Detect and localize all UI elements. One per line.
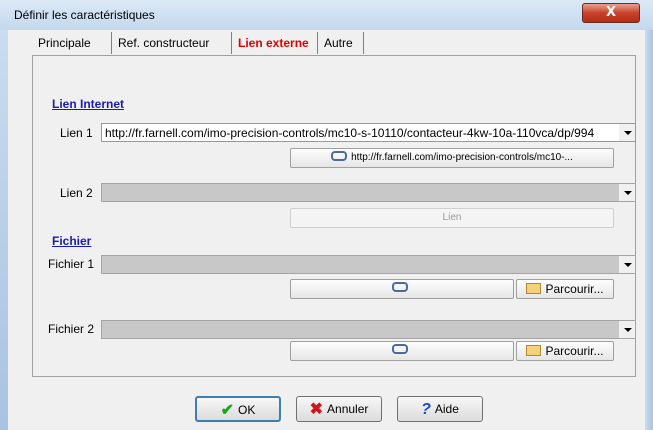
tab-label: Principale xyxy=(38,36,91,50)
link-icon xyxy=(331,151,348,162)
lien1-label: Lien 1 xyxy=(60,126,93,140)
cancel-button[interactable]: ✖ Annuler xyxy=(296,396,382,422)
browse-fichier1-label: Parcourir... xyxy=(545,282,604,296)
tab-lien-externe[interactable]: Lien externe xyxy=(232,32,318,54)
dialog-window: Définir les caractéristiques X Principal… xyxy=(0,0,653,430)
folder-icon xyxy=(526,345,542,357)
lien2-label: Lien 2 xyxy=(60,186,93,200)
chevron-down-icon[interactable] xyxy=(619,184,635,201)
link-icon xyxy=(392,344,408,355)
chevron-down-icon[interactable] xyxy=(619,124,635,141)
fichier1-label: Fichier 1 xyxy=(48,257,95,271)
link-icon xyxy=(392,282,408,293)
help-label: Aide xyxy=(434,402,459,416)
chevron-down-icon[interactable] xyxy=(619,256,635,273)
open-fichier1-button[interactable] xyxy=(290,279,514,299)
open-lien1-button[interactable]: http://fr.farnell.com/imo-precision-cont… xyxy=(290,148,614,168)
open-lien2-button[interactable]: Lien xyxy=(290,208,614,228)
tab-label: Autre xyxy=(324,36,353,50)
chevron-down-icon[interactable] xyxy=(619,321,635,338)
lien2-combobox[interactable] xyxy=(101,183,636,202)
window-frame-left xyxy=(0,30,8,430)
close-icon: X xyxy=(605,5,617,20)
tab-label: Ref. constructeur xyxy=(118,36,210,50)
tab-autre[interactable]: Autre xyxy=(318,32,364,54)
help-question-icon: ? xyxy=(421,400,431,418)
tab-principale[interactable]: Principale xyxy=(32,32,112,54)
window-frame-right xyxy=(645,30,653,430)
tab-ref-constructeur[interactable]: Ref. constructeur xyxy=(112,32,232,54)
ok-label: OK xyxy=(238,403,256,417)
lien1-value: http://fr.farnell.com/imo-precision-cont… xyxy=(105,126,595,140)
browse-fichier2-label: Parcourir... xyxy=(545,344,604,358)
browse-fichier2-button[interactable]: Parcourir... xyxy=(516,341,614,361)
ok-button[interactable]: ✔ OK xyxy=(195,396,281,422)
fichier2-combobox[interactable] xyxy=(101,320,636,339)
section-lien-internet: Lien Internet xyxy=(52,97,125,111)
browse-fichier1-button[interactable]: Parcourir... xyxy=(516,279,614,299)
window-title: Définir les caractéristiques xyxy=(14,8,155,22)
tab-label: Lien externe xyxy=(238,36,309,50)
check-icon: ✔ xyxy=(220,401,235,419)
help-button[interactable]: ? Aide xyxy=(397,396,483,422)
lien1-combobox[interactable]: http://fr.farnell.com/imo-precision-cont… xyxy=(101,123,636,142)
cancel-label: Annuler xyxy=(327,402,369,416)
close-button[interactable]: X xyxy=(582,3,640,23)
folder-icon xyxy=(526,283,542,295)
open-lien1-label: http://fr.farnell.com/imo-precision-cont… xyxy=(351,152,573,163)
open-lien2-label: Lien xyxy=(442,212,462,223)
open-fichier2-button[interactable] xyxy=(290,341,514,361)
cancel-x-icon: ✖ xyxy=(309,400,324,418)
section-fichier: Fichier xyxy=(52,234,92,248)
fichier2-label: Fichier 2 xyxy=(48,322,95,336)
title-bar: Définir les caractéristiques X xyxy=(0,0,653,30)
fichier1-combobox[interactable] xyxy=(101,255,636,274)
